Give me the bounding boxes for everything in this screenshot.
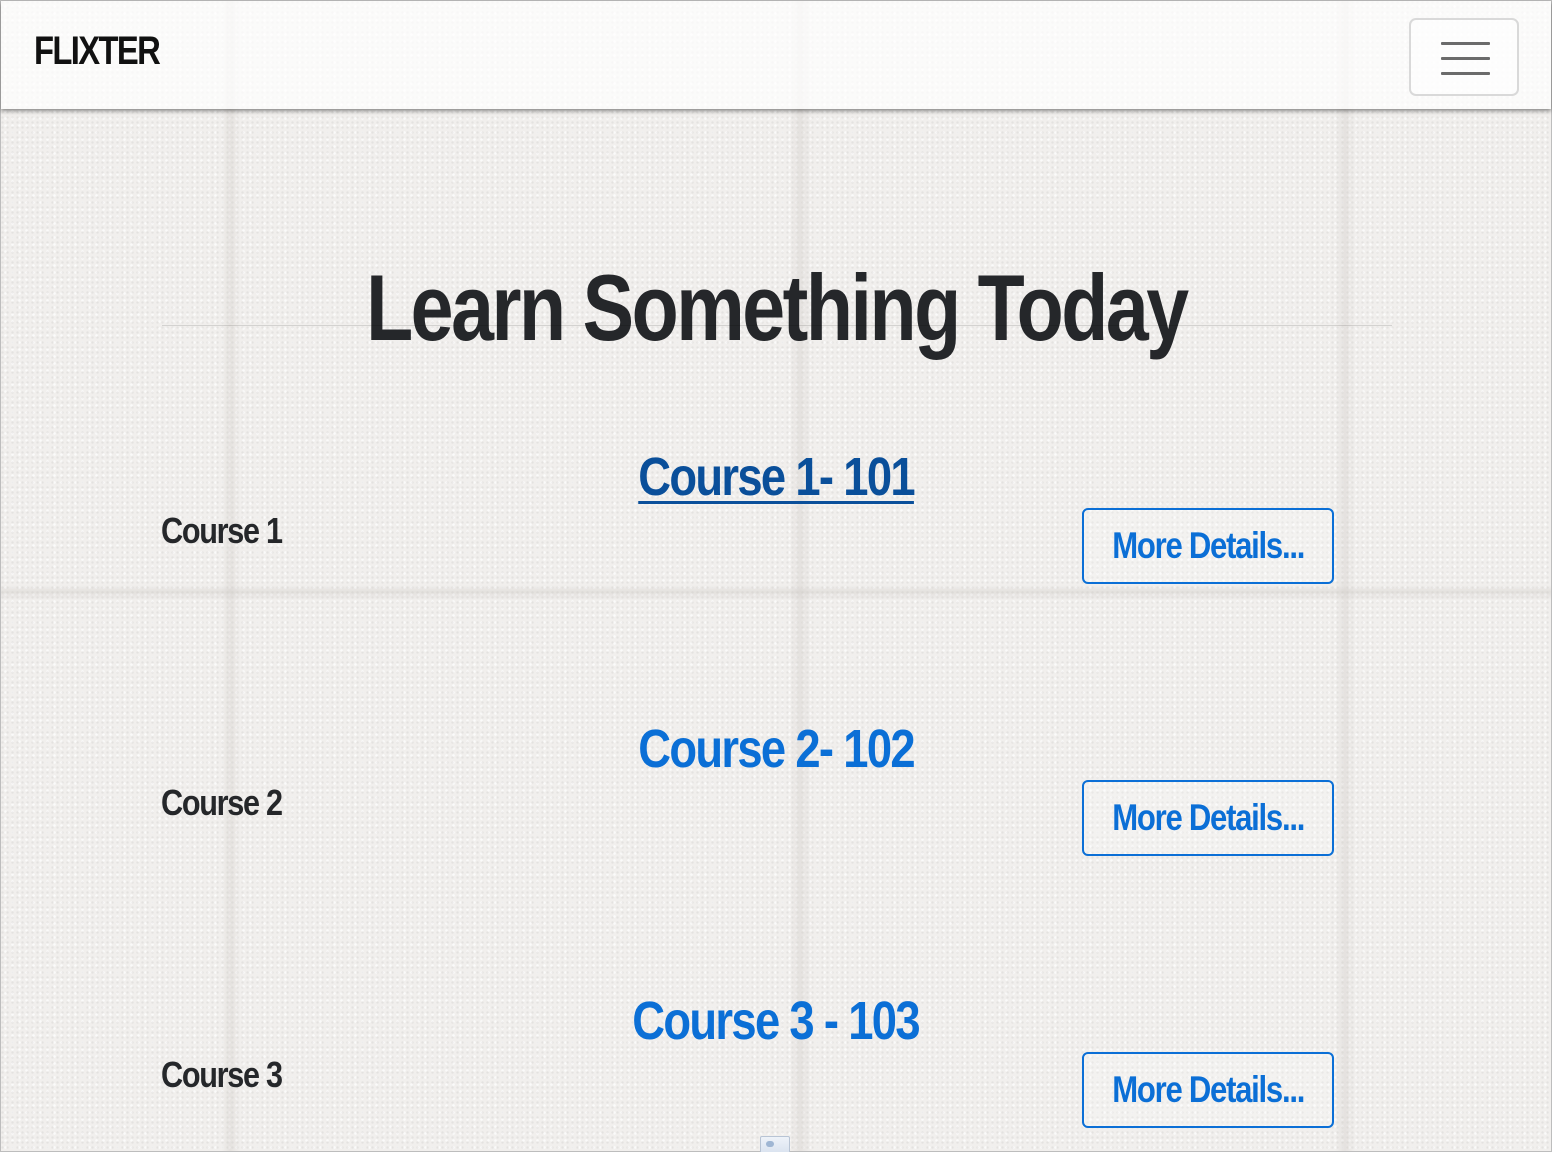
more-details-button-label: More Details... [1112, 797, 1305, 838]
broken-image-icon [760, 1136, 790, 1152]
page-title-text: Learn Something Today [365, 254, 1189, 360]
navbar-toggler-button[interactable] [1409, 18, 1519, 96]
divider [162, 325, 1392, 326]
more-details-button-3[interactable]: More Details... [1082, 1052, 1334, 1128]
hamburger-menu-icon-bar [1441, 72, 1490, 75]
course-label-3: Course 3 [161, 1054, 283, 1095]
course-title-2: Course 2- 102 [0, 717, 1552, 781]
navbar: FLIXTER [1, 1, 1551, 109]
brand-logo[interactable]: FLIXTER [34, 29, 161, 74]
hamburger-menu-icon-bar [1441, 57, 1490, 60]
course-link-2[interactable]: Course 2- 102 [638, 717, 915, 781]
course-title-3: Course 3 - 103 [0, 989, 1552, 1053]
more-details-button-label: More Details... [1112, 525, 1305, 566]
course-link-3[interactable]: Course 3 - 103 [633, 989, 921, 1053]
page-title: Learn Something Today [0, 253, 1552, 363]
more-details-button-label: More Details... [1112, 1069, 1305, 1110]
more-details-button-1[interactable]: More Details... [1082, 508, 1334, 584]
course-link-1[interactable]: Course 1- 101 [638, 445, 915, 509]
course-label-1: Course 1 [161, 510, 283, 551]
more-details-button-2[interactable]: More Details... [1082, 780, 1334, 856]
hamburger-menu-icon [1441, 42, 1490, 45]
course-title-1: Course 1- 101 [0, 445, 1552, 509]
course-label-2: Course 2 [161, 782, 283, 823]
